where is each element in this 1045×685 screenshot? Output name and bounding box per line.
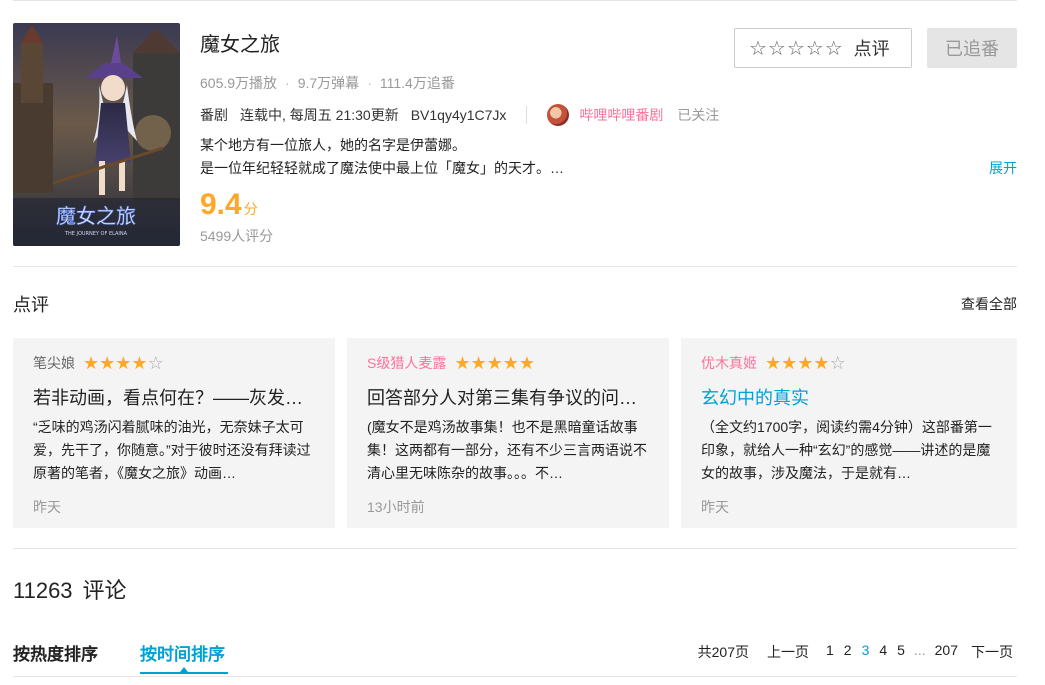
section-divider	[13, 266, 1017, 267]
play-count: 605.9万播放	[200, 75, 278, 91]
star-filled-icon: ★	[781, 352, 798, 373]
star-filled-icon: ★	[470, 352, 487, 373]
expand-link[interactable]: 展开	[989, 158, 1017, 178]
page-number[interactable]: 5	[897, 642, 905, 662]
anime-meta: 番剧 连载中, 每周五 21:30更新 BV1qy4y1C7Jx 哔哩哔哩番剧 …	[200, 104, 719, 126]
review-time: 13小时前	[367, 499, 425, 515]
star-empty-icon: ☆	[147, 352, 164, 373]
description-line: 是一位年纪轻轻就成了魔法使中最上位「魔女」的天才。…	[200, 160, 564, 176]
reviews-title: 点评	[13, 295, 49, 315]
star-empty-icon: ☆	[829, 352, 846, 373]
meta-divider	[526, 106, 528, 124]
empty-star-icons: ☆☆☆☆☆	[749, 37, 844, 60]
review-star-icons: ★★★★☆	[83, 353, 164, 374]
comments-header: 11263 评论	[13, 573, 127, 605]
follow-count: 111.4万追番	[379, 75, 455, 91]
star-filled-icon: ★	[454, 352, 471, 373]
review-title[interactable]: 若非动画，看点何在？——灰发魔女的旅行与赞歌	[33, 384, 315, 410]
top-divider	[13, 0, 1017, 1]
review-author[interactable]: S级猎人麦露	[367, 353, 446, 373]
anime-stats: 605.9万播放 · 9.7万弹幕 · 111.4万追番	[200, 73, 455, 93]
review-button-label: 点评	[853, 39, 890, 59]
score: 9.4 分	[200, 188, 258, 222]
star-filled-icon: ★	[99, 352, 116, 373]
score-unit: 分	[243, 201, 258, 217]
page-number-current[interactable]: 3	[862, 642, 870, 662]
cover-subtitle-text: THE JOURNEY OF ELAINA	[64, 231, 128, 237]
page-number[interactable]: 2	[844, 642, 852, 662]
review-card[interactable]: S级猎人麦露 ★★★★★ 回答部分人对第三集有争议的问题与看法 (魔女不是鸡汤故…	[347, 338, 669, 528]
publisher-avatar[interactable]	[547, 104, 570, 126]
page-number[interactable]: 1	[826, 642, 834, 662]
bvid: BV1qy4y1C7Jx	[410, 107, 507, 123]
review-excerpt: （全文约1700字，阅读约需4分钟）这部番第一印象，就给人一种“玄幻”的感觉——…	[701, 419, 992, 481]
stat-separator: ·	[285, 75, 290, 91]
star-filled-icon: ★	[518, 352, 536, 373]
star-filled-icon: ★	[797, 352, 814, 373]
review-title[interactable]: 回答部分人对第三集有争议的问题与看法	[367, 384, 649, 410]
review-time: 昨天	[701, 499, 729, 515]
star-filled-icon: ★	[83, 352, 100, 373]
comment-count: 11263	[13, 578, 73, 603]
review-excerpt: (魔女不是鸡汤故事集！也不是黑暗童话故事集！这两都有一部分，还有不少三言两语说不…	[367, 419, 647, 481]
review-time: 昨天	[33, 499, 61, 515]
cover-image[interactable]: 魔女之旅 THE JOURNEY OF ELAINA	[13, 23, 180, 246]
review-title[interactable]: 玄幻中的真实	[701, 384, 997, 410]
prev-page-button[interactable]: 上一页	[767, 642, 809, 662]
page-ellipsis: ...	[913, 642, 926, 658]
page-total: 共207页	[697, 644, 749, 660]
view-all-link[interactable]: 查看全部	[961, 294, 1017, 314]
description-line: 某个地方有一位旅人，她的名字是伊蕾娜。	[200, 137, 466, 153]
comments-label: 评论	[82, 578, 127, 603]
review-star-icons: ★★★★★	[454, 353, 535, 374]
anime-description: 某个地方有一位旅人，她的名字是伊蕾娜。 是一位年纪轻轻就成了魔法使中最上位「魔女…	[200, 134, 900, 180]
danmaku-count: 9.7万弹幕	[297, 75, 360, 91]
score-value: 9.4	[200, 188, 242, 221]
review-author[interactable]: 笔尖娘	[33, 353, 75, 373]
cover-title-text: 魔女之旅	[56, 204, 136, 228]
category-tag[interactable]: 番剧	[200, 105, 228, 125]
review-star-icons: ★★★★☆	[765, 353, 846, 374]
star-filled-icon: ★	[115, 352, 132, 373]
review-excerpt: “乏味的鸡汤闪着腻味的油光，无奈妹子太可爱，先干了，你随意。”对于彼时还没有拜读…	[33, 419, 311, 481]
followed-button[interactable]: 已追番	[927, 28, 1017, 68]
update-status: 连载中, 每周五 21:30更新	[240, 107, 399, 123]
sort-by-hot-tab[interactable]: 按热度排序	[13, 640, 98, 665]
star-filled-icon: ★	[486, 352, 503, 373]
rater-count: 5499人评分	[200, 228, 274, 244]
star-filled-icon: ★	[765, 352, 782, 373]
publisher-follow-status[interactable]: 已关注	[677, 105, 719, 125]
review-author[interactable]: 优木真姬	[701, 353, 757, 373]
bottom-divider	[13, 676, 1017, 677]
sort-by-time-tab[interactable]: 按时间排序	[140, 640, 225, 665]
review-card[interactable]: 笔尖娘 ★★★★☆ 若非动画，看点何在？——灰发魔女的旅行与赞歌 “乏味的鸡汤闪…	[13, 338, 335, 528]
page-number[interactable]: 4	[879, 642, 887, 662]
active-tab-underline	[140, 672, 228, 674]
stat-separator: ·	[367, 75, 372, 91]
star-filled-icon: ★	[502, 352, 519, 373]
anime-title[interactable]: 魔女之旅	[200, 28, 280, 57]
next-page-button[interactable]: 下一页	[971, 642, 1013, 662]
star-filled-icon: ★	[813, 352, 830, 373]
section-divider	[13, 548, 1017, 549]
pagination: 共207页 上一页 1 2 3 4 5 ... 207 下一页	[698, 642, 1013, 662]
write-review-button[interactable]: ☆☆☆☆☆ 点评	[734, 28, 912, 68]
publisher-name[interactable]: 哔哩哔哩番剧	[579, 105, 663, 125]
review-card[interactable]: 优木真姬 ★★★★☆ 玄幻中的真实 （全文约1700字，阅读约需4分钟）这部番第…	[681, 338, 1017, 528]
page-number-last[interactable]: 207	[935, 642, 958, 662]
star-filled-icon: ★	[131, 352, 148, 373]
